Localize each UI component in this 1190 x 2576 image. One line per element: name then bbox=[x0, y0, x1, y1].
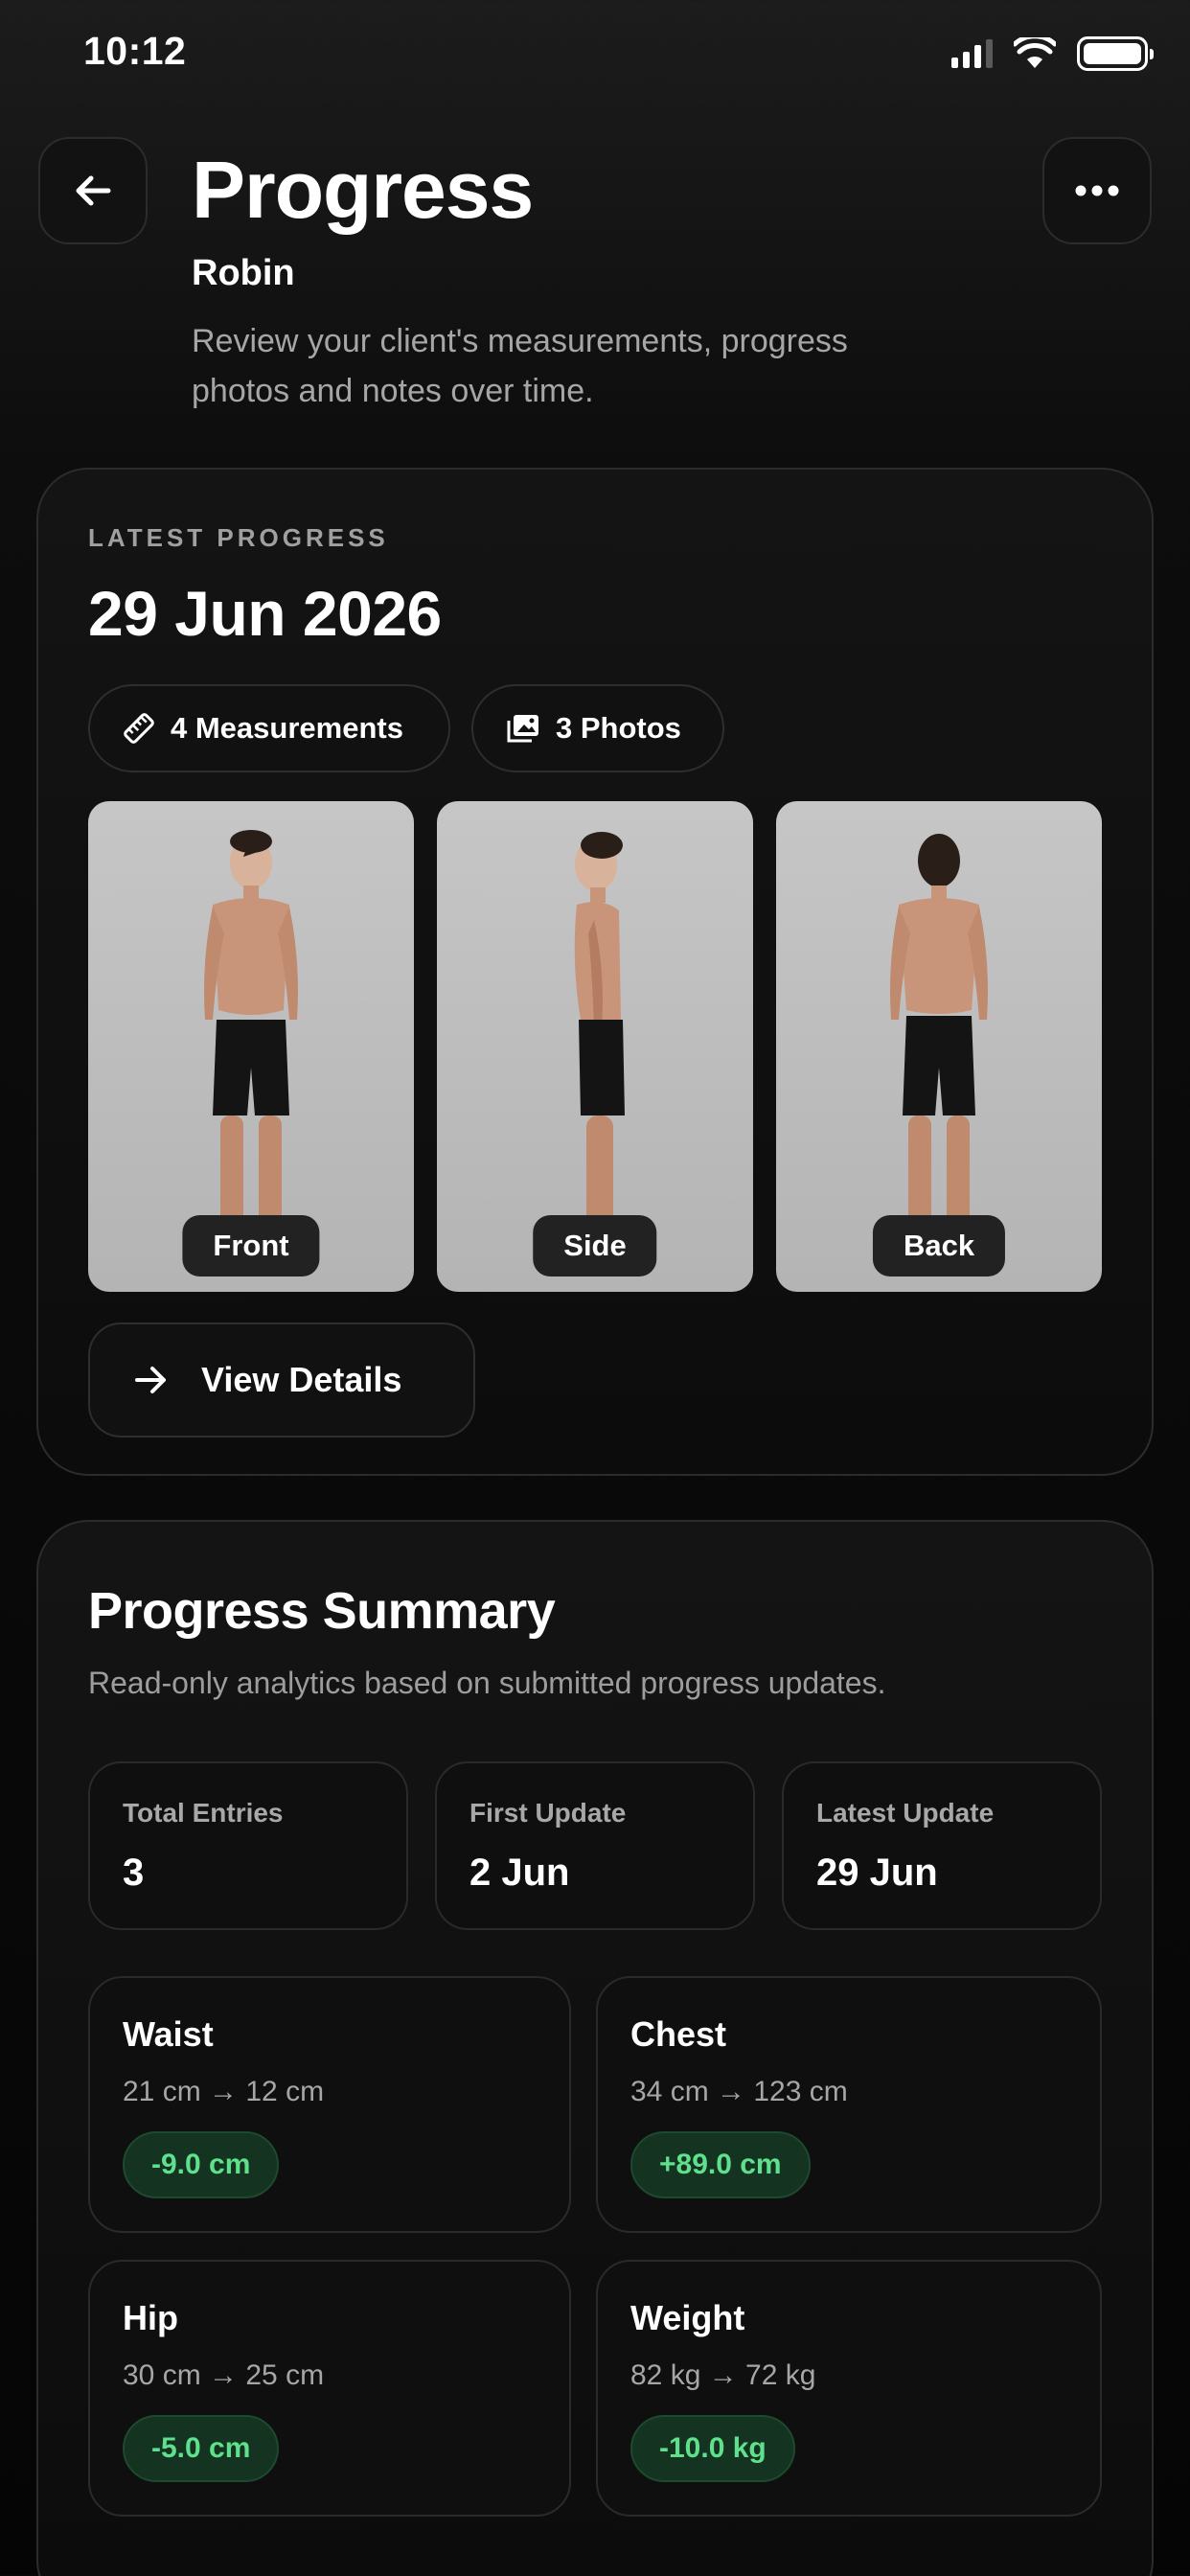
front-photo[interactable]: Front bbox=[88, 801, 414, 1292]
view-details-label: View Details bbox=[201, 1360, 402, 1399]
stat-label: Latest Update bbox=[816, 1798, 995, 1828]
photos-pill-label: 3 Photos bbox=[556, 711, 681, 745]
side-photo[interactable]: Side bbox=[437, 801, 753, 1292]
photos-pill[interactable]: 3 Photos bbox=[471, 684, 724, 772]
stat-value: 2 Jun bbox=[469, 1852, 570, 1894]
stat-total-entries: Total Entries 3 bbox=[88, 1761, 408, 1930]
stat-value: 29 Jun bbox=[816, 1852, 938, 1894]
latest-progress-date: 29 Jun 2026 bbox=[88, 578, 442, 649]
wifi-icon bbox=[1014, 37, 1056, 68]
side-figure-illustration bbox=[574, 832, 625, 1234]
metric-card-chest: Chest 34 cm → 123 cm +89.0 cm bbox=[596, 1976, 1102, 2233]
progress-summary-card: Progress Summary Read-only analytics bas… bbox=[36, 1520, 1154, 2576]
stat-label: Total Entries bbox=[123, 1798, 284, 1828]
status-icons bbox=[951, 36, 1154, 71]
status-bar: 10:12 bbox=[0, 0, 1190, 107]
metric-card-waist: Waist 21 cm → 12 cm -9.0 cm bbox=[88, 1976, 571, 2233]
metric-name: Hip bbox=[123, 2298, 178, 2337]
metric-name: Weight bbox=[630, 2298, 745, 2337]
back-figure-illustration bbox=[890, 834, 988, 1234]
metric-range: 21 cm → 12 cm bbox=[123, 2076, 325, 2107]
view-details-button[interactable]: View Details bbox=[88, 1322, 475, 1438]
photos-icon bbox=[507, 715, 538, 743]
metric-delta-badge: -5.0 cm bbox=[123, 2415, 280, 2482]
front-figure-illustration bbox=[204, 830, 298, 1234]
more-dots-icon bbox=[1075, 185, 1119, 196]
back-photo[interactable]: Back bbox=[776, 801, 1102, 1292]
stat-label: First Update bbox=[469, 1798, 627, 1828]
page-title: Progress bbox=[192, 145, 534, 235]
back-arrow-icon bbox=[76, 175, 111, 206]
stat-value: 3 bbox=[123, 1852, 145, 1894]
stat-latest-update: Latest Update 29 Jun bbox=[782, 1761, 1102, 1930]
back-button[interactable] bbox=[38, 137, 148, 244]
stat-first-update: First Update 2 Jun bbox=[435, 1761, 755, 1930]
more-options-button[interactable] bbox=[1042, 137, 1152, 244]
signal-icon bbox=[951, 39, 993, 68]
measurements-pill[interactable]: 4 Measurements bbox=[88, 684, 450, 772]
metric-name: Waist bbox=[123, 2014, 214, 2054]
metric-card-hip: Hip 30 cm → 25 cm -5.0 cm bbox=[88, 2260, 571, 2517]
metric-range: 30 cm → 25 cm bbox=[123, 2359, 325, 2391]
metric-range: 82 kg → 72 kg bbox=[630, 2359, 816, 2391]
metric-card-weight: Weight 82 kg → 72 kg -10.0 kg bbox=[596, 2260, 1102, 2517]
ruler-icon bbox=[124, 713, 154, 744]
battery-icon bbox=[1077, 36, 1154, 71]
metric-name: Chest bbox=[630, 2014, 727, 2054]
back-photo-label: Back bbox=[872, 1215, 1006, 1276]
metric-delta-badge: +89.0 cm bbox=[630, 2131, 811, 2198]
arrow-right-icon bbox=[135, 1367, 166, 1393]
measurements-pill-label: 4 Measurements bbox=[171, 711, 403, 745]
page-description: Review your client's measurements, progr… bbox=[192, 323, 848, 409]
metric-delta-badge: -9.0 cm bbox=[123, 2131, 280, 2198]
latest-progress-eyebrow: LATEST PROGRESS bbox=[88, 523, 389, 552]
status-time: 10:12 bbox=[83, 29, 187, 73]
summary-description: Read-only analytics based on submitted p… bbox=[88, 1666, 886, 1700]
front-photo-label: Front bbox=[182, 1215, 320, 1276]
side-photo-label: Side bbox=[533, 1215, 657, 1276]
client-name: Robin bbox=[192, 253, 295, 293]
metric-delta-badge: -10.0 kg bbox=[630, 2415, 795, 2482]
latest-progress-card: LATEST PROGRESS 29 Jun 2026 4 Measuremen… bbox=[36, 468, 1154, 1476]
summary-title: Progress Summary bbox=[88, 1582, 556, 1640]
metric-range: 34 cm → 123 cm bbox=[630, 2076, 848, 2107]
